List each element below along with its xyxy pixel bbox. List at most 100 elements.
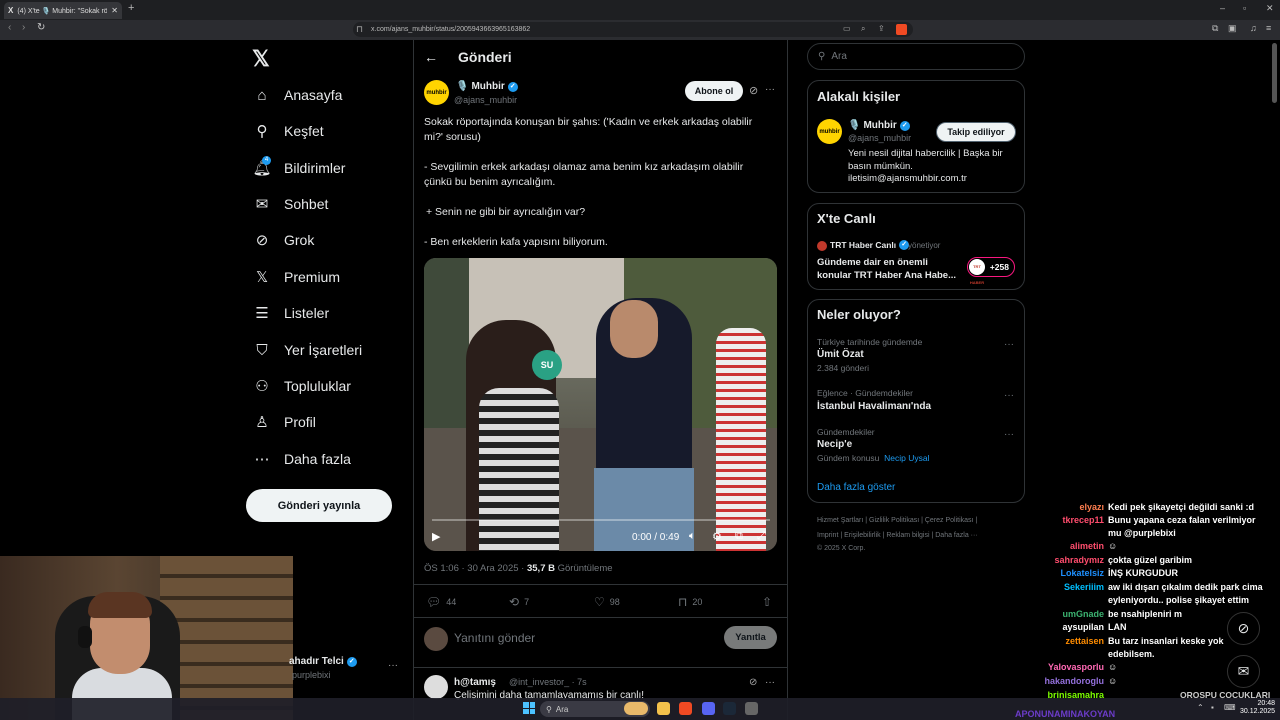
bookmark-stat[interactable]: ⊓ 20 — [678, 595, 702, 609]
related-handle[interactable]: @ajans_muhbir — [848, 133, 911, 143]
x-favicon-icon: X — [8, 6, 14, 15]
reload-icon[interactable]: ↻ — [37, 22, 45, 33]
url-bar[interactable]: x.com/ajans_muhbir/status/20059436639651… — [353, 22, 913, 37]
minimize-icon[interactable]: – — [1220, 3, 1225, 13]
nav-label: Listeler — [284, 305, 330, 321]
cast-icon[interactable]: ▭ — [843, 24, 851, 33]
nav-item-bookmarks[interactable]: ⛉ Yer İşaretleri — [254, 339, 362, 361]
bookmark-page-icon[interactable]: ⊓ — [356, 24, 363, 35]
account-more-icon[interactable]: ··· — [388, 660, 398, 671]
windows-start-icon[interactable] — [523, 702, 535, 714]
trend-more-icon[interactable]: ··· — [1004, 390, 1014, 401]
live-host-name[interactable]: TRT Haber Canlı ✓ — [830, 240, 910, 250]
post-button[interactable]: Gönderi yayınla — [246, 489, 392, 522]
trend-name[interactable]: Necip'e — [817, 439, 852, 450]
floating-messages-button[interactable]: ✉ — [1227, 655, 1260, 688]
nav-label: Topluluklar — [284, 378, 351, 394]
share-icon[interactable]: ⇪ — [878, 24, 885, 33]
zoom-icon[interactable]: ⌕ — [861, 24, 865, 34]
back-arrow-icon[interactable]: ← — [424, 49, 438, 65]
footer-links[interactable]: Imprint | Erişilebilirlik | Reklam bilgi… — [817, 532, 978, 539]
reply-count: 44 — [446, 597, 457, 607]
browser-tab[interactable]: X (4) X'te 🎙️ Muhbir: "Sokak röpo ✕ — [4, 2, 122, 19]
tray-chevron-icon[interactable]: ⌃ — [1197, 703, 1204, 712]
reply-input[interactable]: Yanıtını gönder — [454, 631, 535, 645]
chat-message: elyazı Kedi pek şikayetçi değildi sanki :… — [1040, 502, 1254, 512]
grok-icon[interactable]: ⊘ — [749, 84, 758, 97]
chat-username: Yalovasporlu — [1047, 662, 1104, 672]
grok-icon[interactable]: ⊘ — [749, 677, 757, 688]
author-name[interactable]: 🎙️ Muhbir ✓ — [456, 81, 518, 92]
maximize-icon[interactable]: ▫ — [1243, 3, 1246, 13]
search-input[interactable]: ⚲ Ara — [807, 43, 1025, 70]
related-name[interactable]: 🎙️ Muhbir ✓ — [848, 120, 910, 131]
footer-links[interactable]: Hizmet Şartları | Gizlilik Politikası | … — [817, 517, 977, 524]
author-handle[interactable]: @ajans_muhbir — [454, 95, 517, 105]
account-name[interactable]: ahadır Telci ✓ — [289, 656, 357, 667]
back-nav-icon[interactable]: ‹ — [8, 22, 11, 33]
discord-icon[interactable] — [702, 702, 715, 715]
fullscreen-icon[interactable]: ⤢ — [757, 530, 766, 543]
extensions-icon[interactable]: ⧉ — [1212, 23, 1218, 34]
live-host-role: yönetiyor — [908, 241, 941, 250]
trend-more-icon[interactable]: ··· — [1004, 429, 1014, 440]
steam-icon[interactable] — [723, 702, 736, 715]
trend-name[interactable]: İstanbul Havalimanı'nda — [817, 401, 931, 412]
nav-item-more[interactable]: ⋯ Daha fazla — [254, 448, 351, 470]
more-options-icon[interactable]: ··· — [765, 677, 775, 688]
trend-more-icon[interactable]: ··· — [1004, 339, 1014, 350]
forward-nav-icon[interactable]: › — [22, 22, 25, 33]
reply-author-name[interactable]: h@tamış — [454, 677, 496, 688]
trend-topic-link[interactable]: Necip Uysal — [884, 453, 929, 463]
brave-browser-icon[interactable] — [679, 702, 692, 715]
tab-close-icon[interactable]: ✕ — [111, 6, 118, 15]
tray-app-icon[interactable]: ▪ — [1211, 703, 1214, 712]
repost-stat[interactable]: ⟲ 7 — [509, 595, 529, 609]
related-avatar[interactable]: muhbir — [817, 119, 842, 144]
reply-stat[interactable]: 💬︎ 44 — [426, 595, 456, 609]
scrollbar[interactable] — [1272, 43, 1277, 103]
subscribe-button[interactable]: Abone ol — [685, 81, 743, 101]
network-icon[interactable]: ⌨ — [1224, 703, 1236, 712]
chat-message: alimetin ☺ — [1040, 541, 1117, 551]
show-more-link[interactable]: Daha fazla göster — [817, 482, 895, 493]
taskbar-clock[interactable]: 20:48 30.12.2025 — [1240, 700, 1275, 716]
nav-item-grok[interactable]: ⊘ Grok — [254, 229, 315, 251]
widget-icon[interactable] — [624, 702, 648, 715]
following-button[interactable]: Takip ediliyor — [936, 122, 1016, 142]
brave-shield-icon[interactable] — [896, 24, 907, 35]
more-options-icon[interactable]: ··· — [765, 84, 775, 95]
window-close-icon[interactable]: ✕ — [1266, 3, 1274, 14]
volume-icon[interactable]: 🔈︎ — [689, 530, 696, 543]
chat-text: Kedi pek şikayetçi değildi sanki :d — [1108, 502, 1255, 512]
nav-item-communities[interactable]: ⚇ Topluluklar — [254, 375, 351, 397]
like-stat[interactable]: ♡ 98 — [594, 595, 620, 609]
floating-grok-button[interactable]: ⊘ — [1227, 612, 1260, 645]
nav-item-profile[interactable]: ♙ Profil — [254, 411, 316, 433]
play-icon[interactable]: ▶ — [432, 530, 440, 543]
nav-item-home[interactable]: ⌂ Anasayfa — [254, 84, 342, 106]
file-explorer-icon[interactable] — [657, 702, 670, 715]
nav-item-premium[interactable]: 𝕏 Premium — [254, 266, 340, 288]
author-avatar[interactable]: muhbir — [424, 80, 449, 105]
nav-item-chat[interactable]: ✉ Sohbet — [254, 193, 329, 215]
x-logo-icon[interactable]: 𝕏 — [252, 46, 270, 72]
trend-name[interactable]: Ümit Özat — [817, 349, 864, 360]
settings-icon[interactable]: ⚙ — [712, 530, 722, 543]
share-icon: ⇧ — [762, 595, 773, 609]
wallet-icon[interactable]: ▣ — [1228, 23, 1237, 34]
video-player[interactable]: SU — [424, 258, 777, 551]
reply-button[interactable]: Yanıtla — [724, 626, 777, 649]
chat-message: aysupilan LAN — [1040, 622, 1126, 632]
share-stat[interactable]: ⇧ — [762, 595, 772, 609]
new-tab-button[interactable]: + — [128, 2, 134, 14]
nav-item-explore[interactable]: ⚲ Keşfet — [254, 120, 324, 142]
reply-avatar[interactable] — [424, 675, 448, 699]
video-progress-bar[interactable] — [432, 519, 770, 521]
menu-icon[interactable]: ≡ — [1266, 23, 1271, 33]
media-icon[interactable]: ♫ — [1250, 23, 1257, 33]
nav-item-lists[interactable]: ☰ Listeler — [254, 302, 329, 324]
live-description[interactable]: Gündeme dair en önemli konular TRT Haber… — [817, 256, 962, 282]
obs-icon[interactable] — [745, 702, 758, 715]
pip-icon[interactable]: ⧉ — [735, 530, 743, 543]
